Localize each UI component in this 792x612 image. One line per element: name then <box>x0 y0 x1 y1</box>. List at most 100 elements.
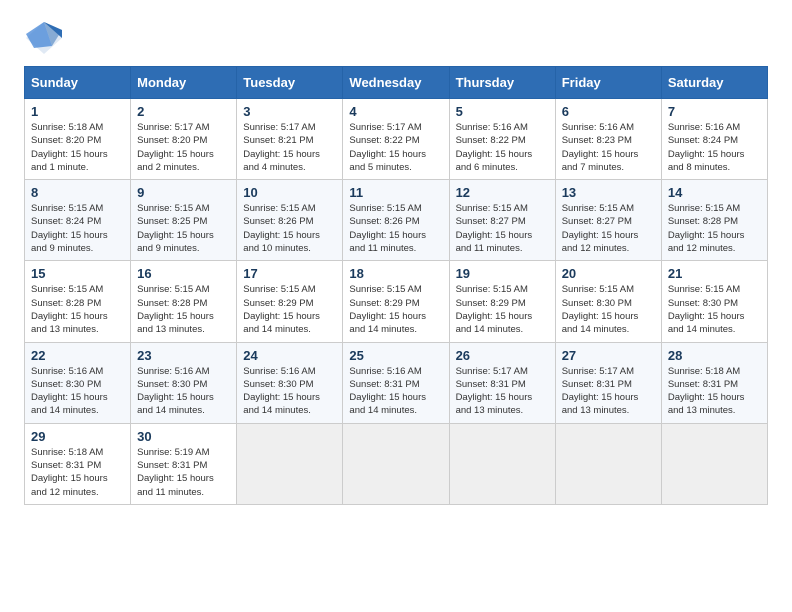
day-number: 20 <box>562 266 655 281</box>
calendar-cell: 11Sunrise: 5:15 AM Sunset: 8:26 PM Dayli… <box>343 180 449 261</box>
day-info: Sunrise: 5:15 AM Sunset: 8:27 PM Dayligh… <box>456 202 549 255</box>
day-info: Sunrise: 5:15 AM Sunset: 8:28 PM Dayligh… <box>31 283 124 336</box>
day-number: 11 <box>349 185 442 200</box>
day-number: 4 <box>349 104 442 119</box>
calendar-cell: 13 Sunrise: 5:15 AM Sunset: 8:27 PM Dayli… <box>555 180 661 261</box>
day-number: 9 <box>137 185 230 200</box>
calendar-cell <box>661 423 767 504</box>
calendar-cell: 23Sunrise: 5:16 AM Sunset: 8:30 PM Dayli… <box>131 342 237 423</box>
week-row-2: 8Sunrise: 5:15 AM Sunset: 8:24 PM Daylig… <box>25 180 768 261</box>
day-number: 14 <box>668 185 761 200</box>
header-monday: Monday <box>131 67 237 99</box>
day-number: 13 <box>562 185 655 200</box>
day-info: Sunrise: 5:18 AM Sunset: 8:20 PM Dayligh… <box>31 121 124 174</box>
header-thursday: Thursday <box>449 67 555 99</box>
day-info: Sunrise: 5:15 AM Sunset: 8:24 PM Dayligh… <box>31 202 124 255</box>
header-row: SundayMondayTuesdayWednesdayThursdayFrid… <box>25 67 768 99</box>
day-number: 22 <box>31 348 124 363</box>
day-number: 12 <box>456 185 549 200</box>
calendar-body: 1 Sunrise: 5:18 AM Sunset: 8:20 PM Daylig… <box>25 99 768 505</box>
calendar-cell <box>237 423 343 504</box>
day-info: Sunrise: 5:16 AM Sunset: 8:22 PM Dayligh… <box>456 121 549 174</box>
day-info: Sunrise: 5:17 AM Sunset: 8:31 PM Dayligh… <box>562 365 655 418</box>
calendar-cell: 30 Sunrise: 5:19 AM Sunset: 8:31 PM Dayli… <box>131 423 237 504</box>
day-number: 5 <box>456 104 549 119</box>
day-number: 17 <box>243 266 336 281</box>
day-number: 3 <box>243 104 336 119</box>
week-row-1: 1 Sunrise: 5:18 AM Sunset: 8:20 PM Daylig… <box>25 99 768 180</box>
week-row-3: 15 Sunrise: 5:15 AM Sunset: 8:28 PM Dayli… <box>25 261 768 342</box>
day-info: Sunrise: 5:17 AM Sunset: 8:20 PM Dayligh… <box>137 121 230 174</box>
day-info: Sunrise: 5:15 AM Sunset: 8:28 PM Dayligh… <box>668 202 761 255</box>
calendar-cell: 6 Sunrise: 5:16 AM Sunset: 8:23 PM Daylig… <box>555 99 661 180</box>
header-friday: Friday <box>555 67 661 99</box>
day-number: 10 <box>243 185 336 200</box>
calendar-header: SundayMondayTuesdayWednesdayThursdayFrid… <box>25 67 768 99</box>
day-number: 27 <box>562 348 655 363</box>
day-number: 2 <box>137 104 230 119</box>
week-row-5: 29 Sunrise: 5:18 AM Sunset: 8:31 PM Dayli… <box>25 423 768 504</box>
day-number: 24 <box>243 348 336 363</box>
day-number: 19 <box>456 266 549 281</box>
day-info: Sunrise: 5:15 AM Sunset: 8:25 PM Dayligh… <box>137 202 230 255</box>
calendar-cell: 16 Sunrise: 5:15 AM Sunset: 8:28 PM Dayli… <box>131 261 237 342</box>
calendar-cell: 7 Sunrise: 5:16 AM Sunset: 8:24 PM Daylig… <box>661 99 767 180</box>
day-info: Sunrise: 5:16 AM Sunset: 8:30 PM Dayligh… <box>31 365 124 418</box>
calendar-cell: 5 Sunrise: 5:16 AM Sunset: 8:22 PM Daylig… <box>449 99 555 180</box>
calendar-cell <box>343 423 449 504</box>
header-sunday: Sunday <box>25 67 131 99</box>
day-number: 15 <box>31 266 124 281</box>
day-info: Sunrise: 5:19 AM Sunset: 8:31 PM Dayligh… <box>137 446 230 499</box>
calendar-cell: 26Sunrise: 5:17 AM Sunset: 8:31 PM Dayli… <box>449 342 555 423</box>
day-number: 1 <box>31 104 124 119</box>
calendar-cell <box>555 423 661 504</box>
calendar-cell: 17Sunrise: 5:15 AM Sunset: 8:29 PM Dayli… <box>237 261 343 342</box>
calendar-cell: 21 Sunrise: 5:15 AM Sunset: 8:30 PM Dayli… <box>661 261 767 342</box>
day-number: 30 <box>137 429 230 444</box>
day-info: Sunrise: 5:16 AM Sunset: 8:31 PM Dayligh… <box>349 365 442 418</box>
day-info: Sunrise: 5:15 AM Sunset: 8:30 PM Dayligh… <box>668 283 761 336</box>
day-info: Sunrise: 5:15 AM Sunset: 8:29 PM Dayligh… <box>456 283 549 336</box>
calendar-cell: 18 Sunrise: 5:15 AM Sunset: 8:29 PM Dayli… <box>343 261 449 342</box>
day-info: Sunrise: 5:15 AM Sunset: 8:26 PM Dayligh… <box>243 202 336 255</box>
day-number: 21 <box>668 266 761 281</box>
calendar-cell: 22 Sunrise: 5:16 AM Sunset: 8:30 PM Dayli… <box>25 342 131 423</box>
day-info: Sunrise: 5:15 AM Sunset: 8:28 PM Dayligh… <box>137 283 230 336</box>
day-number: 18 <box>349 266 442 281</box>
calendar-cell: 24 Sunrise: 5:16 AM Sunset: 8:30 PM Dayli… <box>237 342 343 423</box>
calendar-cell: 4 Sunrise: 5:17 AM Sunset: 8:22 PM Daylig… <box>343 99 449 180</box>
logo-icon <box>24 20 64 56</box>
day-number: 6 <box>562 104 655 119</box>
day-info: Sunrise: 5:16 AM Sunset: 8:23 PM Dayligh… <box>562 121 655 174</box>
day-info: Sunrise: 5:16 AM Sunset: 8:30 PM Dayligh… <box>137 365 230 418</box>
day-info: Sunrise: 5:16 AM Sunset: 8:24 PM Dayligh… <box>668 121 761 174</box>
day-info: Sunrise: 5:17 AM Sunset: 8:31 PM Dayligh… <box>456 365 549 418</box>
calendar-cell <box>449 423 555 504</box>
day-info: Sunrise: 5:15 AM Sunset: 8:27 PM Dayligh… <box>562 202 655 255</box>
day-number: 16 <box>137 266 230 281</box>
day-info: Sunrise: 5:15 AM Sunset: 8:29 PM Dayligh… <box>349 283 442 336</box>
day-info: Sunrise: 5:16 AM Sunset: 8:30 PM Dayligh… <box>243 365 336 418</box>
calendar-cell: 3Sunrise: 5:17 AM Sunset: 8:21 PM Daylig… <box>237 99 343 180</box>
day-info: Sunrise: 5:18 AM Sunset: 8:31 PM Dayligh… <box>668 365 761 418</box>
calendar-cell: 27 Sunrise: 5:17 AM Sunset: 8:31 PM Dayli… <box>555 342 661 423</box>
logo <box>24 20 68 56</box>
day-number: 28 <box>668 348 761 363</box>
day-number: 25 <box>349 348 442 363</box>
calendar-cell: 25 Sunrise: 5:16 AM Sunset: 8:31 PM Dayli… <box>343 342 449 423</box>
calendar-cell: 29 Sunrise: 5:18 AM Sunset: 8:31 PM Dayli… <box>25 423 131 504</box>
calendar-cell: 1 Sunrise: 5:18 AM Sunset: 8:20 PM Daylig… <box>25 99 131 180</box>
header-wednesday: Wednesday <box>343 67 449 99</box>
day-info: Sunrise: 5:17 AM Sunset: 8:22 PM Dayligh… <box>349 121 442 174</box>
day-info: Sunrise: 5:15 AM Sunset: 8:30 PM Dayligh… <box>562 283 655 336</box>
calendar-cell: 28 Sunrise: 5:18 AM Sunset: 8:31 PM Dayli… <box>661 342 767 423</box>
day-number: 29 <box>31 429 124 444</box>
calendar-cell: 20 Sunrise: 5:15 AM Sunset: 8:30 PM Dayli… <box>555 261 661 342</box>
calendar-table: SundayMondayTuesdayWednesdayThursdayFrid… <box>24 66 768 505</box>
calendar-cell: 2 Sunrise: 5:17 AM Sunset: 8:20 PM Daylig… <box>131 99 237 180</box>
header-saturday: Saturday <box>661 67 767 99</box>
calendar-cell: 12 Sunrise: 5:15 AM Sunset: 8:27 PM Dayli… <box>449 180 555 261</box>
calendar-cell: 10 Sunrise: 5:15 AM Sunset: 8:26 PM Dayli… <box>237 180 343 261</box>
day-number: 7 <box>668 104 761 119</box>
day-info: Sunrise: 5:18 AM Sunset: 8:31 PM Dayligh… <box>31 446 124 499</box>
